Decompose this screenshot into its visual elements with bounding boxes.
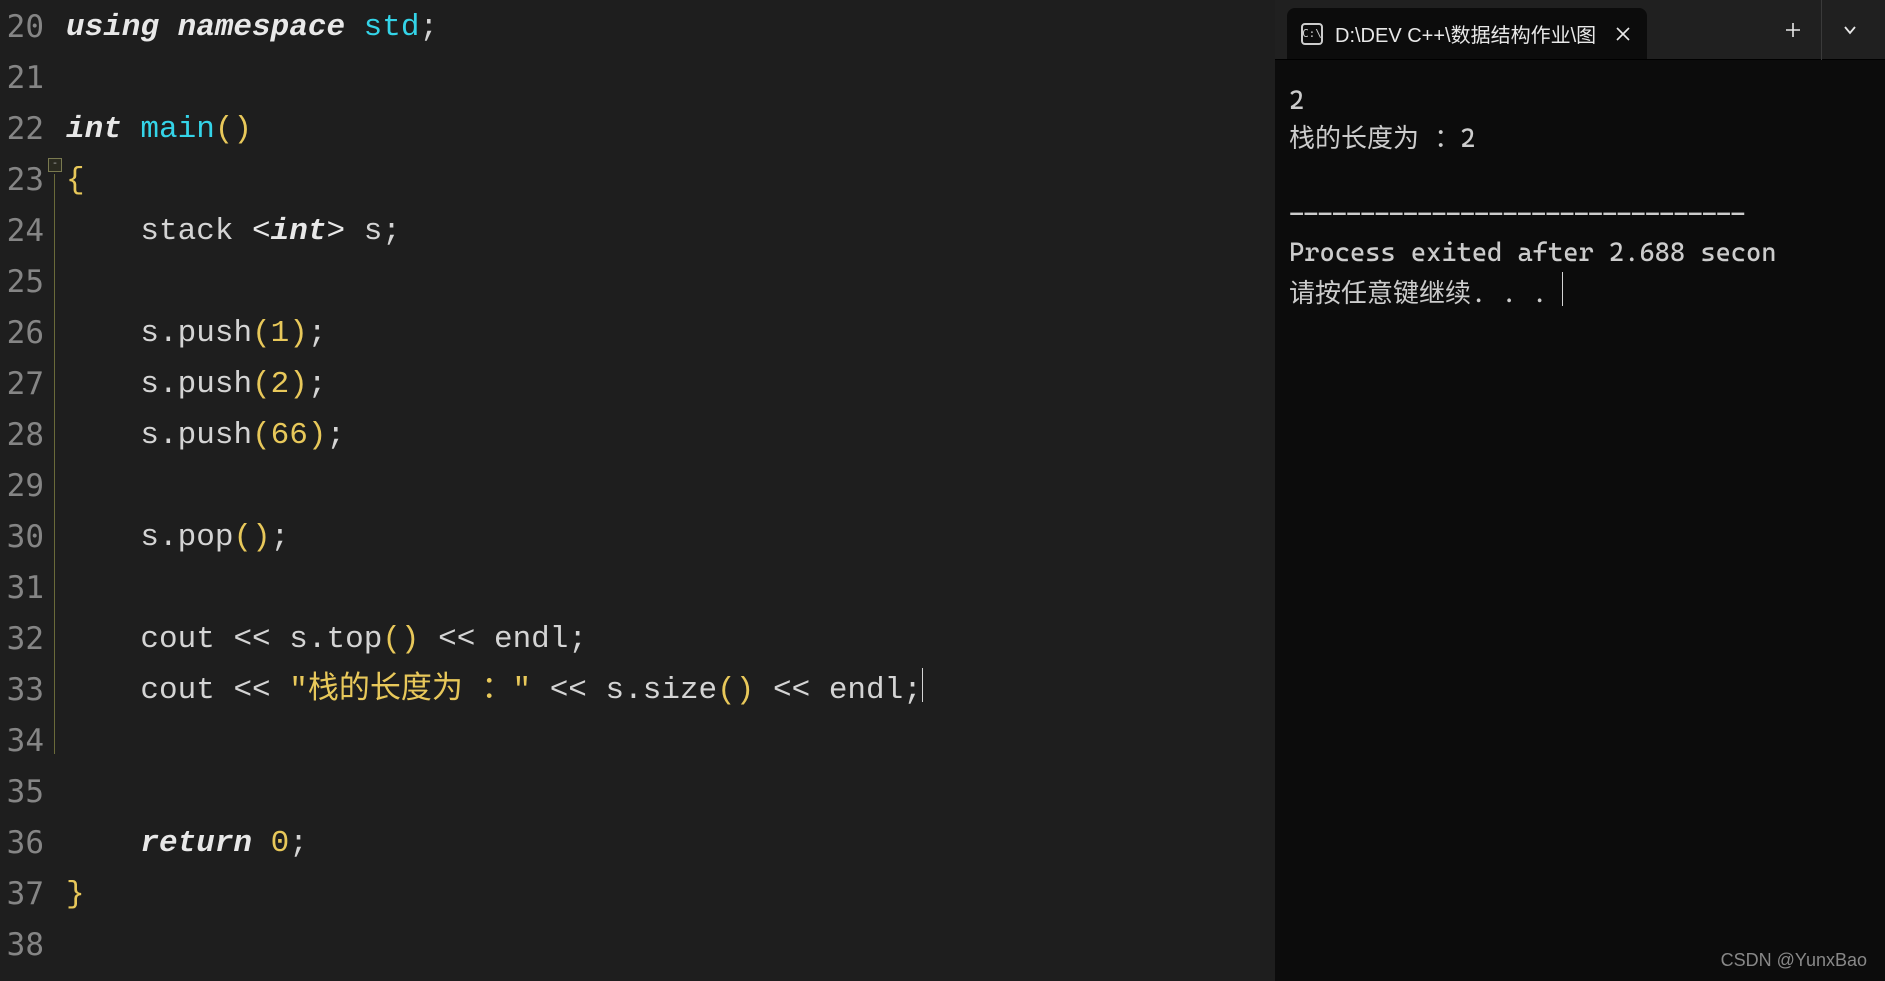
output-line: 栈的长度为 ：2 bbox=[1289, 124, 1475, 154]
terminal-actions bbox=[1765, 0, 1885, 59]
close-tab-button[interactable] bbox=[1609, 20, 1637, 48]
tab-dropdown-button[interactable] bbox=[1821, 0, 1877, 60]
text-cursor bbox=[922, 668, 923, 702]
watermark: CSDN @YunxBao bbox=[1721, 950, 1867, 971]
terminal-tab-icon: C:\ bbox=[1301, 23, 1323, 45]
code-area[interactable]: using namespace std; int main() { stack … bbox=[66, 0, 1275, 981]
fold-column: - bbox=[48, 0, 66, 981]
fold-toggle-icon[interactable]: - bbox=[48, 158, 62, 172]
press-key-prompt: 请按任意键继续. . . bbox=[1289, 279, 1562, 309]
line-number-gutter: 20 21 22 23 24 25 26 27 28 29 30 31 32 3… bbox=[0, 0, 48, 981]
terminal-cursor bbox=[1562, 272, 1563, 306]
terminal-output[interactable]: 2 栈的长度为 ：2 -----------------------------… bbox=[1275, 60, 1885, 981]
block-guide-line bbox=[54, 174, 55, 754]
separator-line: -------------------------------- bbox=[1289, 200, 1745, 230]
terminal-tab[interactable]: C:\ D:\DEV C++\数据结构作业\图 bbox=[1287, 8, 1647, 59]
terminal-window: C:\ D:\DEV C++\数据结构作业\图 2 栈的长度为 ：2 -----… bbox=[1275, 0, 1885, 981]
exit-status-line: Process exited after 2.688 secon bbox=[1289, 238, 1777, 268]
terminal-tab-title: D:\DEV C++\数据结构作业\图 bbox=[1335, 19, 1597, 48]
code-editor[interactable]: 20 21 22 23 24 25 26 27 28 29 30 31 32 3… bbox=[0, 0, 1275, 981]
output-line: 2 bbox=[1289, 86, 1304, 116]
new-tab-button[interactable] bbox=[1765, 0, 1821, 60]
terminal-titlebar: C:\ D:\DEV C++\数据结构作业\图 bbox=[1275, 0, 1885, 60]
